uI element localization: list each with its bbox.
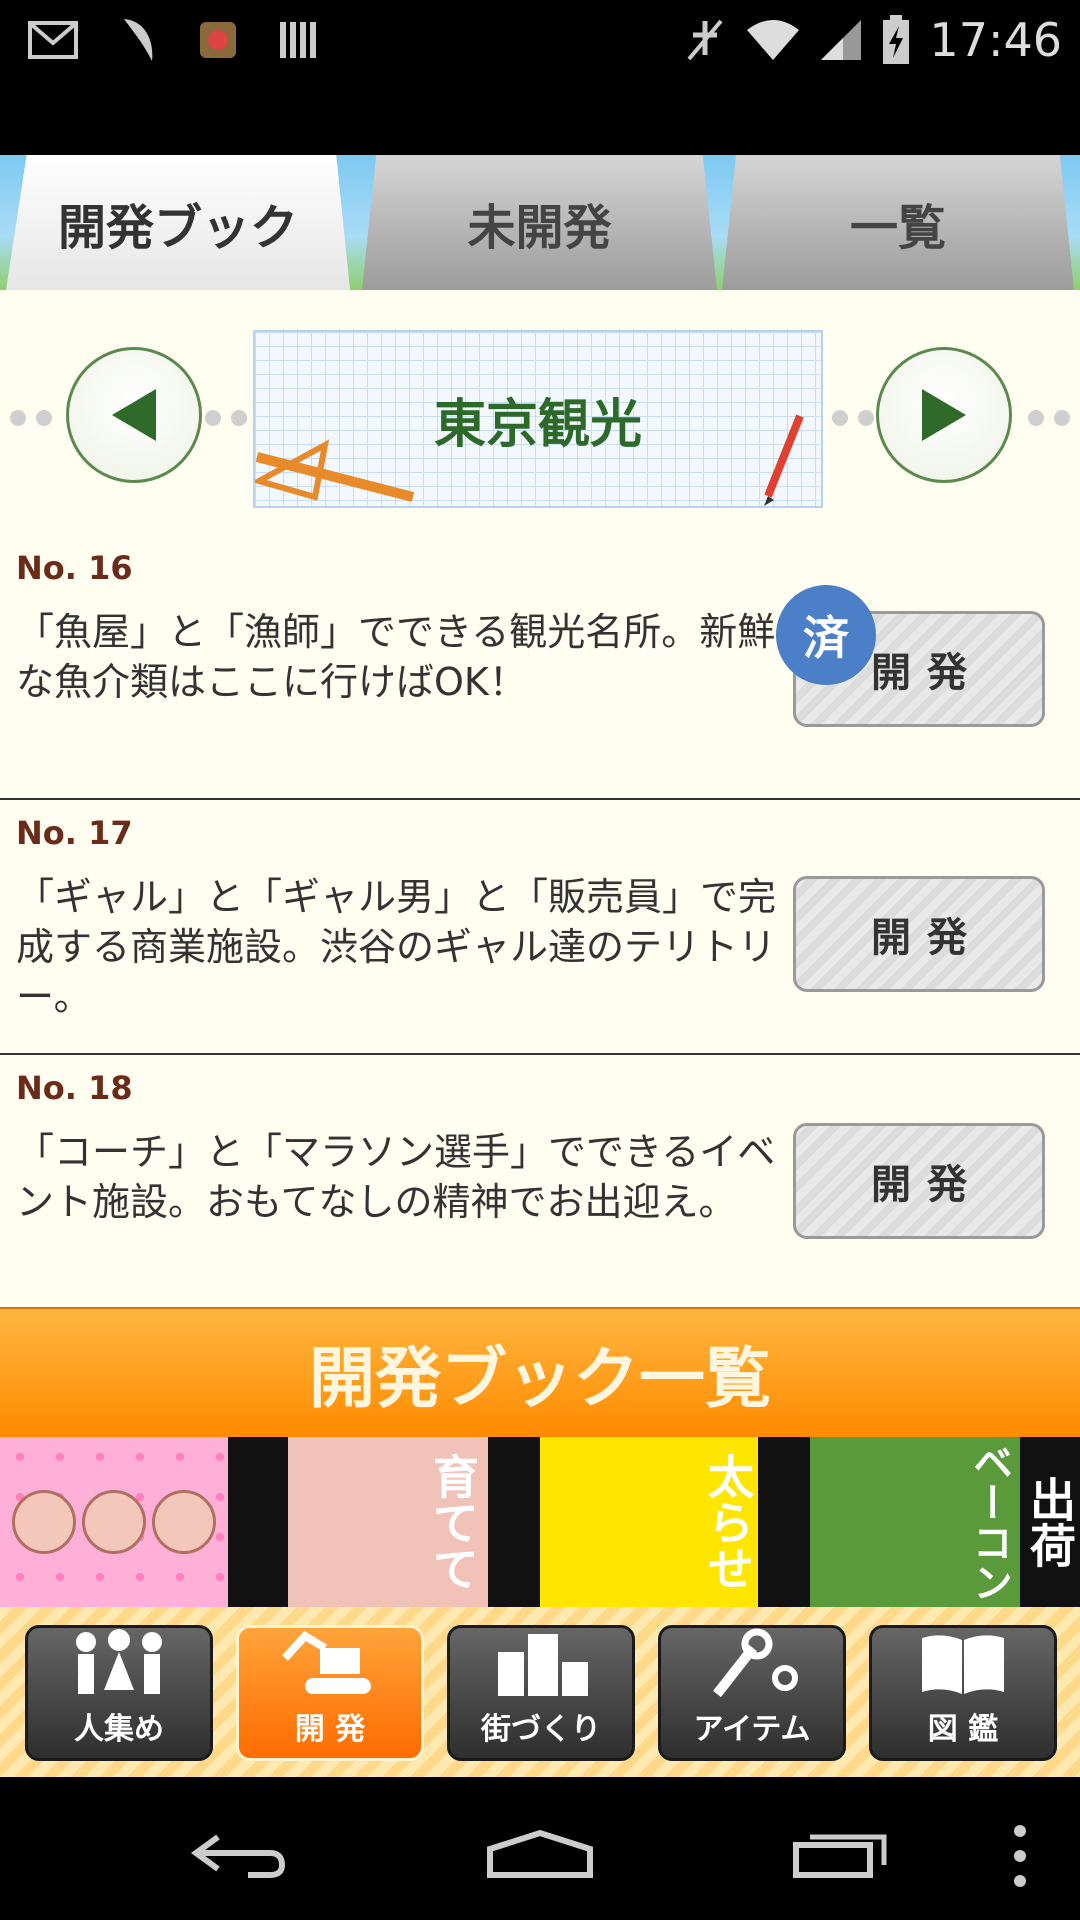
banner-panel-ship: 出荷	[1020, 1437, 1080, 1607]
system-status: 17:46	[683, 10, 1062, 70]
banner-text-fatten: 太らせ	[701, 1453, 755, 1591]
arrow-left-icon	[112, 389, 156, 441]
category-navigator: 東京観光	[0, 290, 1080, 535]
home-icon[interactable]	[484, 1829, 596, 1879]
system-navigation-bar	[0, 1777, 1080, 1920]
tools-icon	[713, 1628, 798, 1698]
tab-development-book[interactable]: 開発ブック	[6, 155, 350, 290]
tab-bar: 開発ブック 未開発 一覧	[0, 155, 1080, 290]
tab-undeveloped[interactable]: 未開発	[362, 155, 717, 290]
content-area: 東京観光 No. 16 「魚屋」と「漁師」でできる観光名所。新鮮な魚介類はここに…	[0, 290, 1080, 1307]
dots-left-inner	[205, 410, 247, 426]
dots-right-inner	[832, 410, 874, 426]
develop-button[interactable]: 開発	[793, 1123, 1045, 1239]
menu-icon[interactable]	[1010, 1821, 1030, 1891]
bottom-nav: 人集め 開 発 街づくり アイテム 図 鑑	[0, 1607, 1080, 1777]
banner-panel-raise: 育てて	[228, 1437, 488, 1607]
people-icon	[76, 1629, 162, 1694]
banner-pigs-image	[0, 1437, 228, 1607]
item-description: 「コーチ」と「マラソン選手」でできるイベント施設。おもてなしの精神でお出迎え。	[16, 1130, 776, 1224]
book-icon	[922, 1635, 1004, 1694]
excavator-icon	[282, 1630, 371, 1694]
signal-icon	[821, 20, 862, 60]
prev-category-button[interactable]	[66, 347, 202, 483]
nav-people-button[interactable]: 人集め	[25, 1625, 213, 1761]
nav-develop-button[interactable]: 開 発	[236, 1625, 424, 1761]
ad-banner[interactable]: 育てて 太らせ ベーコン 出荷	[0, 1437, 1080, 1607]
back-icon[interactable]	[188, 1829, 288, 1879]
item-description: 「魚屋」と「漁師」でできる観光名所。新鮮な魚介類はここに行けばOK！	[16, 610, 776, 704]
done-badge: 済	[776, 585, 876, 685]
develop-button[interactable]: 開発	[793, 876, 1045, 992]
buildings-icon	[498, 1634, 588, 1696]
banner-panel-bacon: ベーコン	[758, 1437, 1020, 1607]
tab-list[interactable]: 一覧	[722, 155, 1074, 290]
notification-icons	[28, 14, 318, 66]
banner-text-bacon: ベーコン	[966, 1442, 1012, 1602]
clock: 17:46	[929, 13, 1062, 67]
item-number: No. 17	[16, 814, 133, 852]
arrow-right-icon	[922, 389, 966, 441]
nav-encyclopedia-button[interactable]: 図 鑑	[869, 1625, 1057, 1761]
dots-right	[1028, 410, 1070, 426]
gmail-icon	[28, 21, 78, 59]
item-number: No. 16	[16, 549, 133, 587]
feather-icon	[124, 19, 153, 61]
nav-label: 図 鑑	[927, 1712, 999, 1747]
item-description: 「ギャル」と「ギャル男」と「販売員」で完成する商業施設。渋谷のギャル達のテリトリ…	[16, 875, 777, 1019]
dots-left	[10, 410, 52, 426]
next-category-button[interactable]	[876, 347, 1012, 483]
wifi-icon	[747, 20, 800, 60]
category-title: 東京観光	[433, 394, 642, 455]
nav-label: 人集め	[74, 1712, 164, 1747]
nav-label: アイテム	[693, 1712, 811, 1747]
list-item: No. 16 「魚屋」と「漁師」でできる観光名所。新鮮な魚介類はここに行けばOK…	[0, 535, 1080, 790]
item-number: No. 18	[16, 1069, 133, 1107]
banner-text-raise: 育てて	[426, 1453, 480, 1591]
mute-icon	[687, 19, 723, 61]
banner-text-ship: 出荷	[1023, 1476, 1077, 1568]
nav-label: 街づくり	[481, 1712, 601, 1747]
development-book-list-button[interactable]: 開発ブック一覧	[0, 1307, 1080, 1437]
nav-town-building-button[interactable]: 街づくり	[447, 1625, 635, 1761]
app-icon	[200, 22, 236, 58]
category-title-card: 東京観光	[253, 330, 823, 508]
battery-charging-icon	[883, 15, 910, 64]
barcode-icon	[280, 22, 316, 58]
recent-apps-icon[interactable]	[790, 1829, 890, 1879]
nav-label: 開 発	[294, 1712, 366, 1747]
banner-panel-fatten: 太らせ	[488, 1437, 758, 1607]
nav-items-button[interactable]: アイテム	[658, 1625, 846, 1761]
status-bar: 17:46	[0, 0, 1080, 155]
list-item: No. 17 「ギャル」と「ギャル男」と「販売員」で完成する商業施設。渋谷のギャ…	[0, 798, 1080, 1053]
list-item: No. 18 「コーチ」と「マラソン選手」でできるイベント施設。おもてなしの精神…	[0, 1053, 1080, 1308]
